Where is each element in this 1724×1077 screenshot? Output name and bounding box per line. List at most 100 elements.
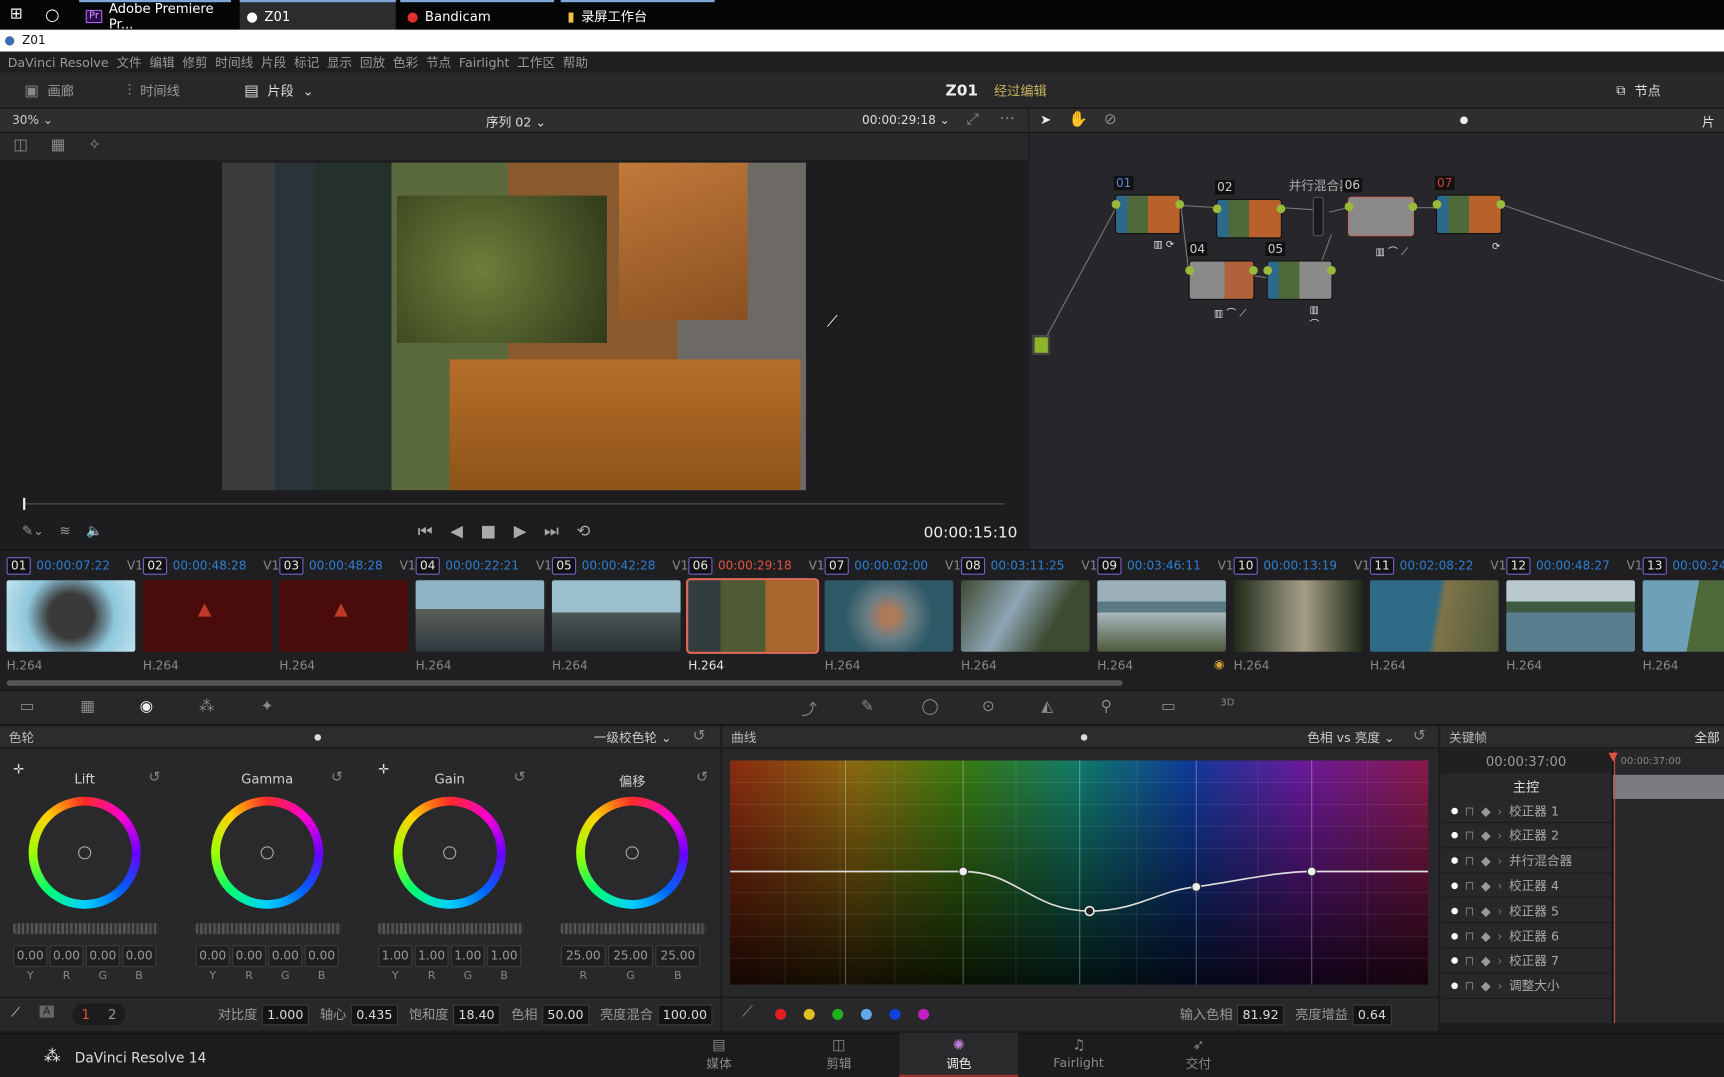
- node-02[interactable]: 02: [1212, 180, 1286, 239]
- blur-icon[interactable]: ◭: [1041, 698, 1053, 716]
- magic-wand-icon[interactable]: ✧: [88, 136, 101, 154]
- value-field-r[interactable]: 1.00: [414, 945, 449, 968]
- sequence-dropdown[interactable]: 序列 02 ⌄: [486, 113, 546, 131]
- keyframe-filter[interactable]: 全部: [1694, 726, 1719, 748]
- menu-item[interactable]: 帮助: [563, 53, 588, 71]
- qualifier-icon[interactable]: ✎: [861, 698, 874, 716]
- pointer-tool-icon[interactable]: ➤: [1040, 112, 1051, 127]
- value-field-b[interactable]: 25.00: [655, 945, 701, 968]
- lock-icon[interactable]: ⊓: [1465, 903, 1475, 918]
- enable-dot-icon[interactable]: [1451, 882, 1458, 889]
- task-recorder[interactable]: ▮ 录屏工作台: [560, 0, 715, 30]
- value-field-g[interactable]: 0.00: [85, 945, 120, 968]
- clip-thumbnail[interactable]: ▲: [142, 580, 272, 652]
- menu-item[interactable]: 色彩: [393, 53, 418, 71]
- menu-item[interactable]: 显示: [327, 53, 352, 71]
- hand-tool-icon[interactable]: ✋: [1069, 111, 1088, 129]
- hue-swatch[interactable]: [832, 1008, 844, 1020]
- key-icon[interactable]: ⚲: [1101, 698, 1112, 716]
- expand-chevron-icon[interactable]: ›: [1497, 878, 1502, 893]
- clip-06[interactable]: 06 00:00:29:18 V1 H.264: [686, 556, 825, 677]
- layers-icon[interactable]: ≋: [59, 523, 70, 538]
- wheel-mode-dropdown[interactable]: 一级校色轮 ⌄: [594, 726, 672, 748]
- clip-04[interactable]: 04 00:00:22:21 V1 H.264: [415, 556, 552, 677]
- menu-item[interactable]: 修剪: [182, 53, 207, 71]
- volume-icon[interactable]: 🔈: [86, 523, 102, 538]
- value-field-g[interactable]: 1.00: [450, 945, 485, 968]
- node-01[interactable]: 01 ▥ ⟳: [1111, 175, 1185, 251]
- value-field-y[interactable]: 1.00: [378, 945, 413, 968]
- keyframe-diamond-icon[interactable]: ◆: [1481, 928, 1491, 943]
- page-tab-deliver[interactable]: ➶ 交付: [1139, 1033, 1258, 1077]
- clip-01[interactable]: 01 00:00:07:22 V1 H.264: [6, 556, 143, 677]
- enable-dot-icon[interactable]: [1451, 907, 1458, 915]
- reset-icon[interactable]: ↺: [696, 769, 708, 785]
- reset-icon[interactable]: ↺: [149, 769, 161, 785]
- rgb-mixer-icon[interactable]: ⁂: [199, 698, 214, 716]
- enable-dot-icon[interactable]: [1451, 807, 1458, 814]
- keyframe-diamond-icon[interactable]: ◆: [1481, 878, 1491, 893]
- 3d-icon[interactable]: 3D: [1220, 698, 1234, 709]
- menu-item[interactable]: Fairlight: [459, 54, 510, 69]
- sizing-icon[interactable]: ▭: [1161, 698, 1176, 716]
- keyframe-diamond-icon[interactable]: ◆: [1481, 853, 1491, 868]
- flag-icon[interactable]: ◉: [1214, 657, 1225, 671]
- task-z01[interactable]: ● Z01: [239, 0, 396, 30]
- page-tab-color[interactable]: ✺ 调色: [899, 1033, 1019, 1077]
- skip-to-end-icon[interactable]: ⏭: [544, 521, 559, 541]
- clip-07[interactable]: 07 00:00:02:00 V1 H.264: [824, 556, 961, 677]
- node-05[interactable]: 05 ▥ ⌒: [1263, 241, 1336, 331]
- hue-lum-curve-graph[interactable]: [730, 760, 1429, 985]
- value-field-r[interactable]: 0.00: [49, 945, 84, 968]
- bypass-icon[interactable]: ⊘: [1104, 111, 1117, 129]
- color-wheels-icon[interactable]: ◉: [140, 698, 153, 716]
- value-field-y[interactable]: 0.00: [13, 945, 48, 968]
- clip-strip-scrollbar[interactable]: [6, 680, 1123, 686]
- keyframe-track[interactable]: ⊓ ◆ › 校正器 5: [1442, 899, 1612, 924]
- hue-swatch[interactable]: [918, 1008, 930, 1020]
- clip-thumbnail[interactable]: [1642, 580, 1724, 652]
- eyedropper-icon[interactable]: ✎⌄: [22, 523, 44, 538]
- keyframe-diamond-icon[interactable]: ◆: [1481, 978, 1491, 993]
- page-dot[interactable]: [314, 734, 322, 741]
- menu-item[interactable]: 时间线: [215, 53, 253, 71]
- timeline-button[interactable]: ⫶ 时间线: [128, 73, 180, 109]
- expand-chevron-icon[interactable]: ›: [1497, 803, 1502, 818]
- reset-icon[interactable]: ↺: [514, 769, 526, 785]
- step-back-icon[interactable]: ◀: [450, 521, 463, 541]
- keyframe-diamond-icon[interactable]: ◆: [1481, 803, 1491, 818]
- clip-11[interactable]: 11 00:02:08:22 V1 H.264: [1369, 556, 1506, 677]
- value-field-b[interactable]: 0.00: [304, 945, 339, 968]
- play-icon[interactable]: ▶: [514, 521, 527, 541]
- expand-chevron-icon[interactable]: ›: [1497, 853, 1502, 868]
- wheel-puck[interactable]: [78, 846, 92, 860]
- keyframe-playhead[interactable]: [1614, 751, 1616, 1024]
- clip-thumbnail[interactable]: [960, 580, 1090, 652]
- enable-dot-icon[interactable]: [1451, 932, 1458, 940]
- menu-item[interactable]: 片段: [261, 53, 286, 71]
- reset-icon[interactable]: ↺: [693, 725, 706, 747]
- task-premiere[interactable]: Pr Adobe Premiere Pr...: [79, 0, 231, 31]
- parallel-mixer-node[interactable]: [1312, 196, 1324, 237]
- clip-13[interactable]: 1300:00:24:V1H.264: [1642, 556, 1724, 677]
- loop-icon[interactable]: ⟲: [576, 521, 590, 541]
- menu-item[interactable]: 节点: [426, 53, 451, 71]
- node-06[interactable]: 06 ▥ ⌒ ⟋: [1342, 178, 1418, 258]
- clip-thumbnail[interactable]: [1369, 580, 1499, 652]
- enable-dot-icon[interactable]: [1451, 982, 1458, 990]
- scrubber-track[interactable]: [24, 503, 1005, 505]
- lut-icon[interactable]: ▦: [80, 698, 95, 716]
- expand-chevron-icon[interactable]: ›: [1497, 828, 1502, 843]
- reset-icon[interactable]: ↺: [331, 769, 343, 785]
- expand-chevron-icon[interactable]: ›: [1497, 903, 1502, 918]
- enable-dot-icon[interactable]: [1451, 832, 1458, 839]
- page-dot[interactable]: [1080, 734, 1088, 741]
- enable-dot-icon[interactable]: [1451, 957, 1458, 965]
- menu-item[interactable]: DaVinci Resolve: [8, 54, 109, 69]
- source-node[interactable]: [1032, 335, 1051, 355]
- clip-thumbnail[interactable]: [1233, 580, 1363, 652]
- menu-item[interactable]: 工作区: [517, 53, 555, 71]
- reset-icon[interactable]: ↺: [1413, 725, 1426, 747]
- menu-item[interactable]: 编辑: [149, 53, 174, 71]
- wheel-puck[interactable]: [443, 846, 457, 860]
